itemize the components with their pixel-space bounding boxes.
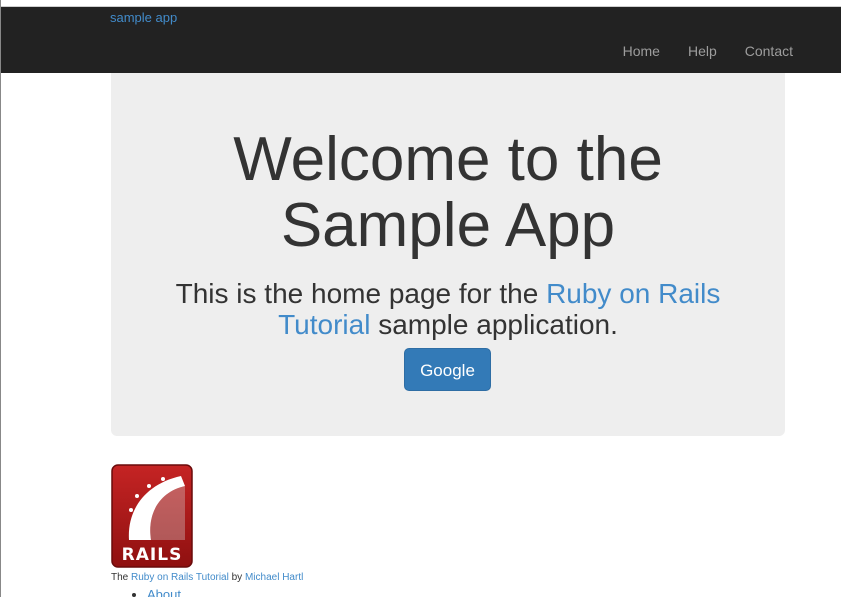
intro-suffix: sample application. (370, 309, 618, 340)
footer-prefix: The (111, 572, 132, 583)
browser-viewport: sample app Home Help Contact Welcome to … (0, 0, 841, 597)
intro-subheading: This is the home page for the Ruby on Ra… (151, 278, 745, 340)
rails-logo-icon: RAILS (111, 464, 193, 568)
intro-prefix: This is the home page for the (175, 278, 547, 309)
footer-credit: The Ruby on Rails Tutorial by Michael Ha… (111, 572, 303, 583)
nav-help-link[interactable]: Help (688, 43, 717, 59)
rails-logo-link[interactable]: RAILS (111, 464, 193, 568)
google-button[interactable]: Google (404, 348, 491, 391)
footer-about-link[interactable]: About (147, 587, 181, 597)
welcome-heading-line1: Welcome to the (233, 125, 663, 194)
footer-tutorial-link[interactable]: Ruby on Rails Tutorial (131, 572, 229, 583)
nav-links: Home Help Contact (595, 43, 793, 59)
footer-nav-item: About (147, 587, 181, 597)
footer-by: by (228, 572, 245, 583)
nav-contact-link[interactable]: Contact (745, 43, 793, 59)
jumbotron: Welcome to the Sample App This is the ho… (111, 73, 785, 436)
footer-author-link[interactable]: Michael Hartl (245, 572, 303, 583)
rails-logo-text: RAILS (122, 545, 183, 565)
nav-home-link[interactable]: Home (623, 43, 660, 59)
navbar: sample app Home Help Contact (1, 6, 841, 73)
welcome-heading: Welcome to the Sample App (111, 127, 785, 259)
footer-nav-list: About (131, 587, 181, 597)
brand-link[interactable]: sample app (110, 10, 177, 25)
welcome-heading-line2: Sample App (280, 191, 616, 260)
